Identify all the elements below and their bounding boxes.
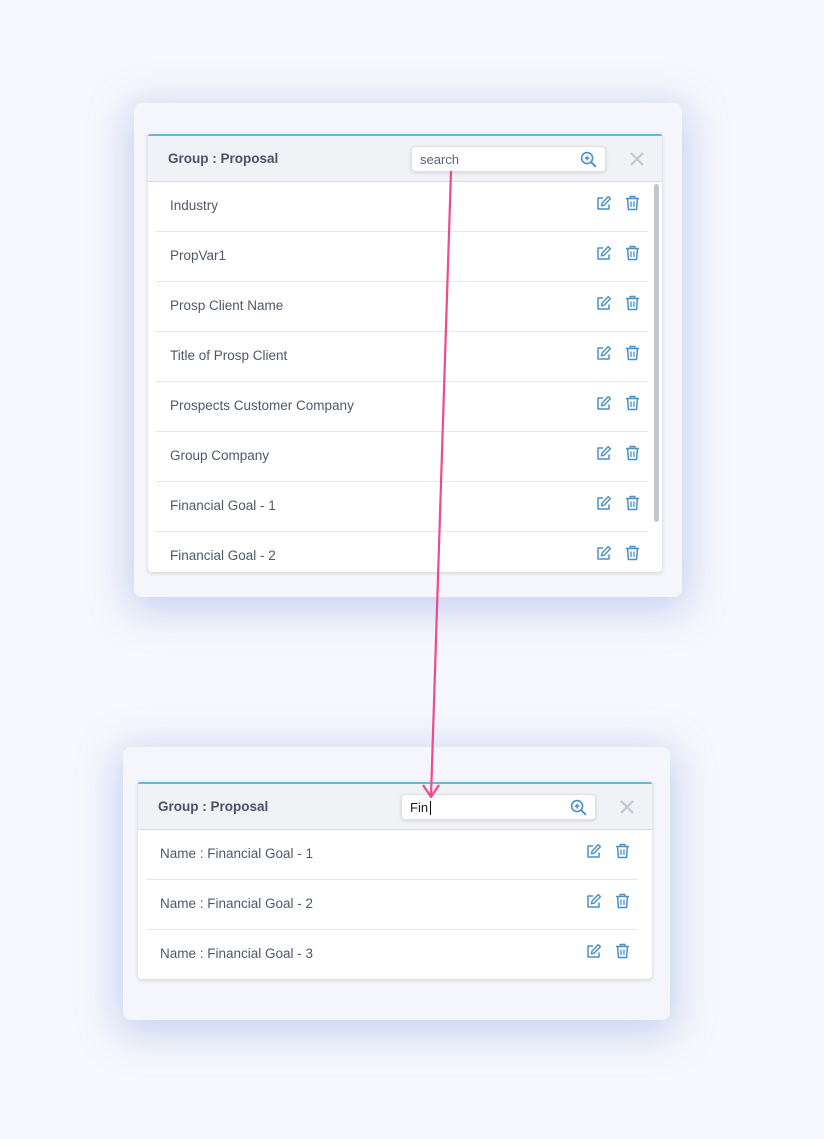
list-item: Group Company xyxy=(156,432,648,482)
search-zoom-icon[interactable] xyxy=(570,799,587,816)
filtered-variable-list: Name : Financial Goal - 1 Name : Financi… xyxy=(146,830,638,979)
trash-icon[interactable] xyxy=(625,445,640,461)
edit-icon[interactable] xyxy=(586,843,602,859)
close-icon[interactable] xyxy=(620,800,634,814)
list-item-label: Prosp Client Name xyxy=(170,298,284,313)
search-box[interactable] xyxy=(401,794,596,820)
list-item-label: Group Company xyxy=(170,448,270,463)
list-item: Prospects Customer Company xyxy=(156,382,648,432)
list-item-label: Prospects Customer Company xyxy=(170,398,354,413)
edit-icon[interactable] xyxy=(596,445,612,461)
trash-icon[interactable] xyxy=(615,943,630,959)
panel-header: Group : Proposal xyxy=(138,784,652,830)
edit-icon[interactable] xyxy=(596,245,612,261)
search-zoom-icon[interactable] xyxy=(580,151,597,168)
trash-icon[interactable] xyxy=(615,843,630,859)
edit-icon[interactable] xyxy=(586,893,602,909)
list-item-label: Title of Prosp Client xyxy=(170,348,288,363)
list-item: Industry xyxy=(156,182,648,232)
panel-title: Group : Proposal xyxy=(158,799,269,814)
edit-icon[interactable] xyxy=(596,495,612,511)
proposal-card-top: Group : Proposal Industry xyxy=(134,103,682,597)
panel-title: Group : Proposal xyxy=(168,151,279,166)
scrollbar[interactable] xyxy=(654,184,659,522)
list-item-label: Name : Financial Goal - 2 xyxy=(160,896,314,911)
trash-icon[interactable] xyxy=(625,245,640,261)
list-item: Financial Goal - 1 xyxy=(156,482,648,532)
variable-list: Industry PropVar1 Prosp Client Name Titl… xyxy=(156,182,648,572)
trash-icon[interactable] xyxy=(625,545,640,561)
search-input[interactable] xyxy=(402,795,567,819)
edit-icon[interactable] xyxy=(596,295,612,311)
list-item-label: Financial Goal - 1 xyxy=(170,498,276,513)
list-item-label: Name : Financial Goal - 1 xyxy=(160,846,314,861)
trash-icon[interactable] xyxy=(625,345,640,361)
trash-icon[interactable] xyxy=(625,395,640,411)
list-item: Name : Financial Goal - 3 xyxy=(146,930,638,979)
panel-header: Group : Proposal xyxy=(148,136,662,182)
search-input[interactable] xyxy=(412,147,577,171)
variable-list-panel: Group : Proposal Industry xyxy=(148,134,662,572)
list-item: Name : Financial Goal - 2 xyxy=(146,880,638,930)
edit-icon[interactable] xyxy=(596,195,612,211)
list-item: Prosp Client Name xyxy=(156,282,648,332)
list-item: Financial Goal - 2 xyxy=(156,532,648,572)
list-item-label: Name : Financial Goal - 3 xyxy=(160,946,314,961)
close-icon[interactable] xyxy=(630,152,644,166)
list-item-label: PropVar1 xyxy=(170,248,227,263)
proposal-card-bottom: Group : Proposal Name : Financial Goal -… xyxy=(123,747,670,1020)
list-item-label: Industry xyxy=(170,198,219,213)
trash-icon[interactable] xyxy=(625,295,640,311)
trash-icon[interactable] xyxy=(625,495,640,511)
text-caret xyxy=(430,801,431,815)
trash-icon[interactable] xyxy=(625,195,640,211)
list-item: Title of Prosp Client xyxy=(156,332,648,382)
edit-icon[interactable] xyxy=(596,345,612,361)
search-box[interactable] xyxy=(411,146,606,172)
list-item: Name : Financial Goal - 1 xyxy=(146,830,638,880)
list-item: PropVar1 xyxy=(156,232,648,282)
filtered-list-panel: Group : Proposal Name : Financial Goal -… xyxy=(138,782,652,979)
edit-icon[interactable] xyxy=(586,943,602,959)
list-item-label: Financial Goal - 2 xyxy=(170,548,276,563)
edit-icon[interactable] xyxy=(596,395,612,411)
trash-icon[interactable] xyxy=(615,893,630,909)
edit-icon[interactable] xyxy=(596,545,612,561)
